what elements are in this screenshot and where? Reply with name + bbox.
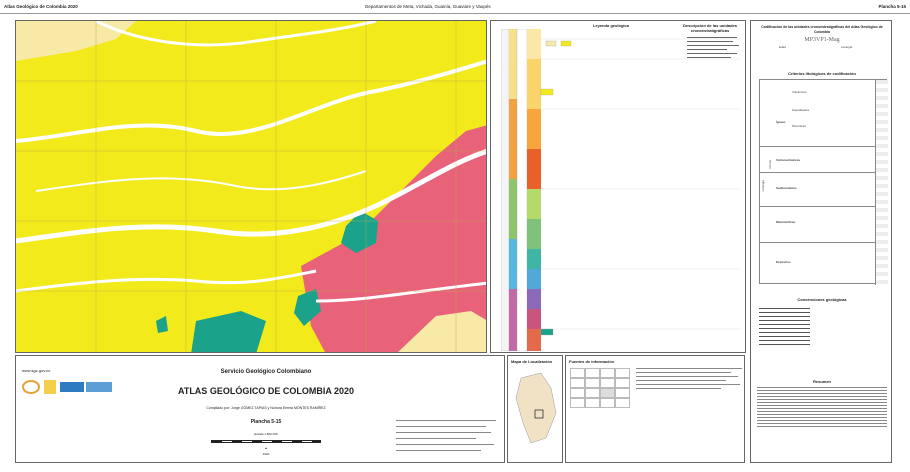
credits-box bbox=[396, 416, 501, 460]
example-code: MP3VP1-Mag bbox=[804, 37, 840, 43]
scale-bar bbox=[211, 440, 321, 443]
right-sidebar: Codificación de las unidades cronoestrat… bbox=[750, 20, 892, 463]
atlas-title: ATLAS GEOLÓGICO DE COLOMBIA 2020 bbox=[177, 386, 355, 396]
group-sedimentarias: Sedimentarias bbox=[776, 186, 797, 190]
conventions-list bbox=[759, 305, 887, 375]
label-litologia: Litología bbox=[841, 45, 853, 49]
chrono-column bbox=[501, 29, 541, 351]
subgroup-volcanicas: Volcánicas bbox=[792, 90, 807, 94]
minenergia-logo bbox=[86, 382, 112, 392]
label-edad: Edad bbox=[779, 45, 787, 49]
legend-swatch-cream bbox=[545, 40, 557, 47]
location-map bbox=[515, 372, 557, 444]
description-text-lines bbox=[687, 37, 739, 58]
header-center-title: Departamentos de Meta, Vichada, Guainía,… bbox=[365, 4, 491, 9]
subgroup-hipoabisales: Hipoabisales bbox=[792, 108, 810, 112]
criteria-title: Criterios litológicos de codificación bbox=[788, 71, 856, 76]
axis-label-rocas: Rocas bbox=[768, 160, 772, 169]
criteria-pattern-column bbox=[875, 80, 888, 285]
summary-text-lines bbox=[757, 387, 887, 429]
group-depositos: Depósitos bbox=[776, 260, 791, 264]
legend-swatch-yellow-1 bbox=[560, 40, 572, 47]
header-right-title: Plancha 5-15 bbox=[878, 4, 906, 9]
location-map-panel: Mapa de Localización bbox=[507, 355, 563, 463]
logos-row bbox=[22, 378, 122, 398]
colombia-crest bbox=[44, 380, 56, 394]
legend-title: Leyenda geológica bbox=[592, 23, 629, 28]
year-label: 2020 bbox=[262, 452, 270, 456]
conventions-title: Convenciones geológicas bbox=[797, 297, 847, 302]
sgc-logo bbox=[22, 380, 40, 394]
website-link[interactable]: www.sgc.gov.co bbox=[22, 368, 50, 373]
subgroup-plutonicas: Plutónicas bbox=[792, 124, 806, 128]
north-arrow-icon: ▲ bbox=[264, 446, 268, 450]
header-left-title: Atlas Geológico de Colombia 2020 bbox=[4, 4, 78, 9]
group-metamorficas: Metamórficas bbox=[776, 220, 796, 224]
geologic-legend-panel: Leyenda geológica Descripción de las uni… bbox=[490, 20, 746, 353]
axis-label-litologia: Litología bbox=[761, 180, 765, 192]
futuro-logo bbox=[60, 382, 84, 392]
classification-title: Codificación de las unidades cronoestrat… bbox=[761, 25, 883, 34]
title-block: www.sgc.gov.co Servicio Geológico Colomb… bbox=[15, 355, 505, 463]
criteria-table: Litología Rocas Ígneas Volcánicas Hipoab… bbox=[759, 79, 888, 285]
map-canvas[interactable] bbox=[16, 21, 487, 353]
group-igneas: Ígneas bbox=[776, 120, 786, 124]
sources-panel: Fuentes de información bbox=[565, 355, 745, 463]
location-map-title: Mapa de Localización bbox=[511, 359, 553, 364]
compiled-by: Compilado por: Jorge GÓMEZ TAPIAS y Noho… bbox=[206, 406, 326, 410]
group-volcanoclasticas: Volcanoclásticas bbox=[776, 158, 801, 162]
legend-swatch-yellow-2 bbox=[540, 88, 554, 96]
plate-number: Plancha 5-15 bbox=[250, 419, 282, 425]
scale-label: Escala 1:500 000 bbox=[254, 432, 278, 436]
sources-index-grid bbox=[570, 368, 630, 408]
sources-text-lines bbox=[636, 368, 742, 392]
sheet-header: Atlas Geológico de Colombia 2020 Departa… bbox=[0, 0, 910, 14]
sources-title: Fuentes de información bbox=[569, 359, 615, 364]
institution-name: Servicio Geológico Colombiano bbox=[220, 369, 312, 375]
legend-column bbox=[501, 29, 741, 351]
summary-title: Resumen bbox=[812, 379, 831, 384]
legend-swatch-green bbox=[540, 328, 554, 336]
geological-map[interactable] bbox=[15, 20, 487, 353]
legend-grid-lines bbox=[541, 38, 741, 330]
